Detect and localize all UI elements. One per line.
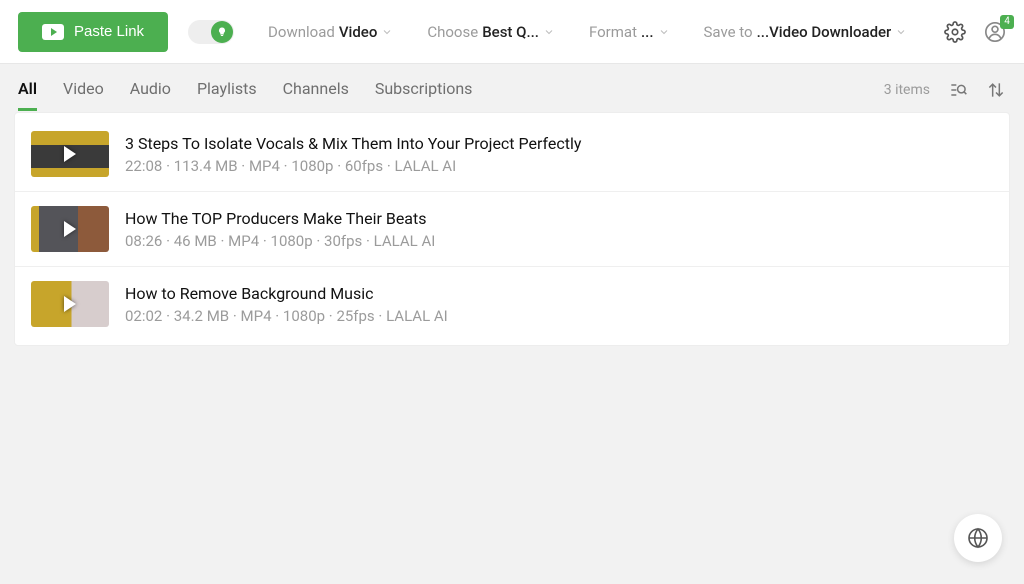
tab-video[interactable]: Video — [63, 69, 104, 111]
video-meta: 22:08 · 113.4 MB · MP4 · 1080p · 60fps ·… — [125, 157, 993, 175]
play-icon — [64, 221, 76, 237]
top-toolbar: Paste Link Download Video Choose Best Q.… — [0, 0, 1024, 64]
tab-subscriptions[interactable]: Subscriptions — [375, 69, 473, 111]
tab-channels[interactable]: Channels — [283, 69, 349, 111]
download-type-select[interactable]: Download Video — [268, 23, 393, 41]
tab-audio[interactable]: Audio — [130, 69, 171, 111]
tab-all[interactable]: All — [18, 69, 37, 111]
video-title: How The TOP Producers Make Their Beats — [125, 209, 993, 228]
search-list-icon — [948, 80, 968, 100]
chevron-down-icon — [543, 26, 555, 38]
settings-button[interactable] — [944, 21, 966, 43]
chevron-down-icon — [658, 26, 670, 38]
chevron-down-icon — [381, 26, 393, 38]
account-button[interactable]: 4 — [984, 21, 1006, 43]
sort-icon — [986, 80, 1006, 100]
saveto-select[interactable]: Save to ...Video Downloader — [704, 23, 908, 41]
video-thumbnail — [31, 131, 109, 177]
smart-mode-toggle[interactable] — [188, 20, 234, 44]
quality-select[interactable]: Choose Best Q... — [427, 23, 555, 41]
downloads-list: 3 Steps To Isolate Vocals & Mix Them Int… — [14, 112, 1010, 346]
items-count: 3 items — [884, 82, 930, 98]
youtube-icon — [42, 24, 64, 40]
gear-icon — [944, 21, 966, 43]
paste-link-button[interactable]: Paste Link — [18, 12, 168, 52]
lightbulb-icon — [211, 21, 233, 43]
video-thumbnail — [31, 281, 109, 327]
search-button[interactable] — [948, 80, 968, 100]
video-meta: 02:02 · 34.2 MB · MP4 · 1080p · 25fps · … — [125, 307, 993, 325]
globe-icon — [966, 526, 990, 550]
filter-tabs: All Video Audio Playlists Channels Subsc… — [0, 64, 1024, 110]
list-item[interactable]: 3 Steps To Isolate Vocals & Mix Them Int… — [15, 117, 1009, 191]
video-meta: 08:26 · 46 MB · MP4 · 1080p · 30fps · LA… — [125, 232, 993, 250]
format-select[interactable]: Format ... — [589, 23, 670, 41]
sort-button[interactable] — [986, 80, 1006, 100]
browser-fab[interactable] — [954, 514, 1002, 562]
chevron-down-icon — [895, 26, 907, 38]
list-item[interactable]: How to Remove Background Music 02:02 · 3… — [15, 266, 1009, 341]
video-title: How to Remove Background Music — [125, 284, 993, 303]
video-title: 3 Steps To Isolate Vocals & Mix Them Int… — [125, 134, 993, 153]
video-thumbnail — [31, 206, 109, 252]
tab-playlists[interactable]: Playlists — [197, 69, 257, 111]
notification-badge: 4 — [1000, 15, 1014, 29]
paste-link-label: Paste Link — [74, 23, 144, 40]
play-icon — [64, 296, 76, 312]
list-item[interactable]: How The TOP Producers Make Their Beats 0… — [15, 191, 1009, 266]
play-icon — [64, 146, 76, 162]
